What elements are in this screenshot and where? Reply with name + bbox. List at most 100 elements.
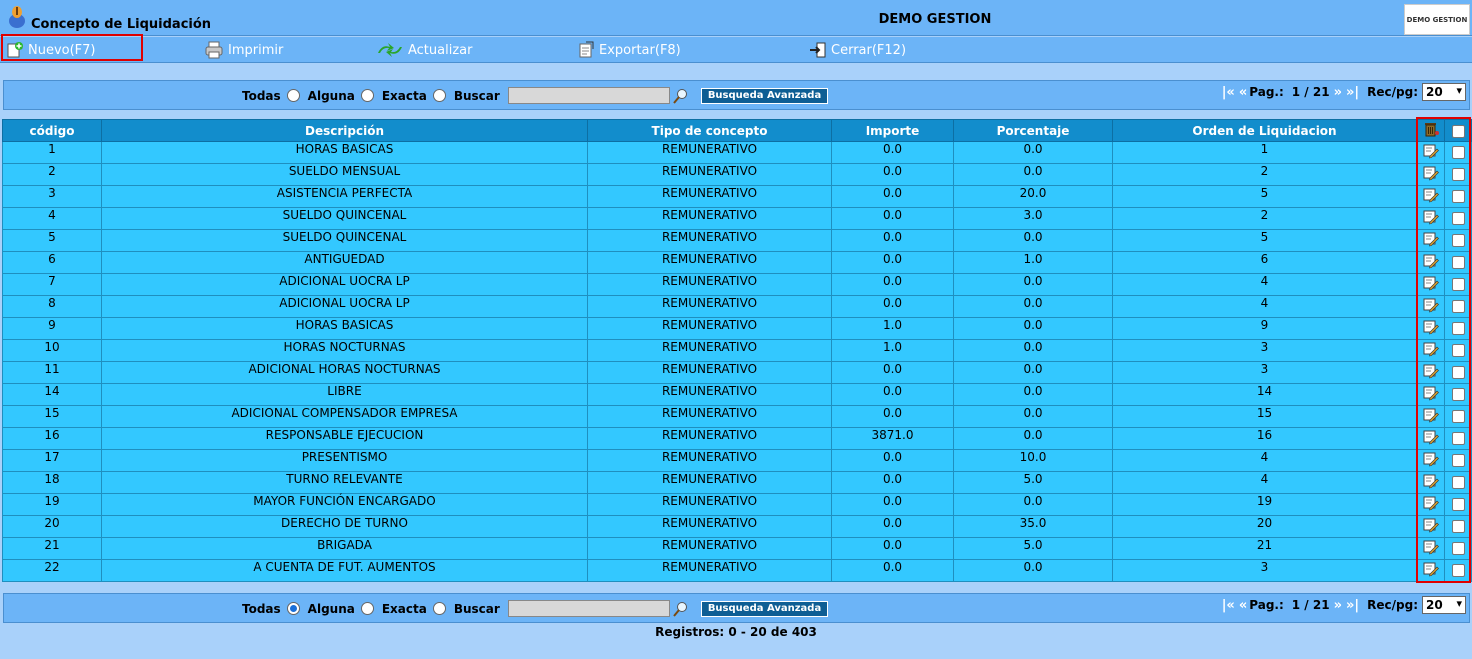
edit-row-button[interactable] (1416, 229, 1445, 252)
search-label: Buscar (453, 88, 500, 103)
col-header-amount[interactable]: Importe (831, 119, 954, 142)
advanced-search-button[interactable]: Busqueda Avanzada (700, 87, 829, 104)
table-row[interactable]: 10 HORAS NOCTURNAS REMUNERATIVO 1.0 0.0 3 (2, 339, 1472, 362)
table-row[interactable]: 6 ANTIGUEDAD REMUNERATIVO 0.0 1.0 6 (2, 251, 1472, 274)
row-select-checkbox[interactable] (1451, 168, 1465, 181)
edit-row-button[interactable] (1416, 295, 1445, 318)
select-all-checkbox[interactable] (1451, 124, 1465, 138)
last-page-button[interactable]: »| (1346, 598, 1359, 613)
edit-row-button[interactable] (1416, 361, 1445, 384)
table-row[interactable]: 8 ADICIONAL UOCRA LP REMUNERATIVO 0.0 0.0 4 (2, 295, 1472, 318)
row-select-checkbox[interactable] (1451, 344, 1465, 357)
option-all-radio[interactable] (286, 602, 300, 615)
row-select-checkbox[interactable] (1451, 278, 1465, 291)
edit-row-button[interactable] (1416, 273, 1445, 296)
table-row[interactable]: 3 ASISTENCIA PERFECTA REMUNERATIVO 0.0 20.0 5 (2, 185, 1472, 208)
new-button[interactable]: Nuevo(F7) (6, 40, 96, 60)
refresh-button[interactable]: Actualizar (376, 40, 472, 60)
table-row[interactable]: 5 SUELDO QUINCENAL REMUNERATIVO 0.0 0.0 5 (2, 229, 1472, 252)
row-select-checkbox[interactable] (1451, 388, 1465, 401)
table-row[interactable]: 7 ADICIONAL UOCRA LP REMUNERATIVO 0.0 0.0 4 (2, 273, 1472, 296)
first-page-button[interactable]: |« (1222, 598, 1235, 613)
edit-row-button[interactable] (1416, 537, 1445, 560)
search-input[interactable] (507, 87, 670, 104)
option-some-radio[interactable] (360, 89, 374, 102)
row-select-checkbox[interactable] (1451, 542, 1465, 555)
prev-page-button[interactable]: « (1239, 85, 1247, 100)
export-button[interactable]: Exportar(F8) (577, 40, 681, 60)
records-per-page-select[interactable]: 20 (1422, 83, 1466, 101)
advanced-search-button[interactable]: Busqueda Avanzada (700, 600, 829, 617)
table-row[interactable]: 17 PRESENTISMO REMUNERATIVO 0.0 10.0 4 (2, 449, 1472, 472)
row-select-checkbox[interactable] (1451, 476, 1465, 489)
table-row[interactable]: 11 ADICIONAL HORAS NOCTURNAS REMUNERATIVO 0… (2, 361, 1472, 384)
cell-type: REMUNERATIVO (587, 471, 832, 494)
edit-row-button[interactable] (1416, 383, 1445, 406)
table-row[interactable]: 14 LIBRE REMUNERATIVO 0.0 0.0 14 (2, 383, 1472, 406)
row-select-checkbox[interactable] (1451, 322, 1465, 335)
table-row[interactable]: 19 MAYOR FUNCIÓN ENCARGADO REMUNERATIVO 0.0… (2, 493, 1472, 516)
print-button[interactable]: Imprimir (204, 40, 283, 60)
col-header-code[interactable]: código (2, 119, 102, 142)
table-row[interactable]: 22 A CUENTA DE FUT. AUMENTOS REMUNERATIVO 0… (2, 559, 1472, 582)
search-input[interactable] (507, 600, 670, 617)
edit-row-button[interactable] (1416, 317, 1445, 340)
prev-page-button[interactable]: « (1239, 598, 1247, 613)
edit-row-button[interactable] (1416, 559, 1445, 582)
edit-row-button[interactable] (1416, 163, 1445, 186)
col-header-percentage[interactable]: Porcentaje (953, 119, 1113, 142)
row-select-checkbox[interactable] (1451, 212, 1465, 225)
delete-selected-button[interactable] (1416, 119, 1445, 142)
edit-row-button[interactable] (1416, 427, 1445, 450)
row-select-checkbox[interactable] (1451, 256, 1465, 269)
row-select-checkbox[interactable] (1451, 234, 1465, 247)
next-page-button[interactable]: » (1334, 598, 1342, 613)
first-page-button[interactable]: |« (1222, 85, 1235, 100)
row-select-checkbox[interactable] (1451, 432, 1465, 445)
row-select-checkbox[interactable] (1451, 564, 1465, 577)
search-icon[interactable] (673, 601, 689, 617)
edit-row-button[interactable] (1416, 207, 1445, 230)
cell-type: REMUNERATIVO (587, 427, 832, 450)
edit-row-button[interactable] (1416, 471, 1445, 494)
col-header-order[interactable]: Orden de Liquidacion (1112, 119, 1417, 142)
edit-row-button[interactable] (1416, 493, 1445, 516)
table-row[interactable]: 20 DERECHO DE TURNO REMUNERATIVO 0.0 35.0 20 (2, 515, 1472, 538)
row-select-checkbox[interactable] (1451, 454, 1465, 467)
edit-row-button[interactable] (1416, 251, 1445, 274)
edit-row-button[interactable] (1416, 449, 1445, 472)
row-select-checkbox[interactable] (1451, 520, 1465, 533)
row-select-checkbox[interactable] (1451, 366, 1465, 379)
table-row[interactable]: 21 BRIGADA REMUNERATIVO 0.0 5.0 21 (2, 537, 1472, 560)
option-some-radio[interactable] (360, 602, 374, 615)
option-exact-radio[interactable] (432, 89, 446, 102)
col-header-type[interactable]: Tipo de concepto (587, 119, 832, 142)
cell-description: TURNO RELEVANTE (101, 471, 588, 494)
table-row[interactable]: 9 HORAS BASICAS REMUNERATIVO 1.0 0.0 9 (2, 317, 1472, 340)
row-select-checkbox[interactable] (1451, 146, 1465, 159)
table-row[interactable]: 1 HORAS BASICAS REMUNERATIVO 0.0 0.0 1 (2, 141, 1472, 164)
col-header-description[interactable]: Descripción (101, 119, 588, 142)
row-select-checkbox[interactable] (1451, 190, 1465, 203)
table-row[interactable]: 15 ADICIONAL COMPENSADOR EMPRESA REMUNERAT… (2, 405, 1472, 428)
cell-type: REMUNERATIVO (587, 185, 832, 208)
edit-row-button[interactable] (1416, 405, 1445, 428)
records-per-page-select[interactable]: 20 (1422, 596, 1466, 614)
option-all-radio[interactable] (286, 89, 300, 102)
close-button[interactable]: Cerrar(F12) (809, 40, 906, 60)
edit-row-button[interactable] (1416, 339, 1445, 362)
table-row[interactable]: 4 SUELDO QUINCENAL REMUNERATIVO 0.0 3.0 2 (2, 207, 1472, 230)
table-row[interactable]: 2 SUELDO MENSUAL REMUNERATIVO 0.0 0.0 2 (2, 163, 1472, 186)
search-icon[interactable] (673, 88, 689, 104)
edit-row-button[interactable] (1416, 141, 1445, 164)
next-page-button[interactable]: » (1334, 85, 1342, 100)
row-select-checkbox[interactable] (1451, 300, 1465, 313)
row-select-checkbox[interactable] (1451, 410, 1465, 423)
edit-row-button[interactable] (1416, 515, 1445, 538)
last-page-button[interactable]: »| (1346, 85, 1359, 100)
row-select-checkbox[interactable] (1451, 498, 1465, 511)
edit-row-button[interactable] (1416, 185, 1445, 208)
table-row[interactable]: 18 TURNO RELEVANTE REMUNERATIVO 0.0 5.0 4 (2, 471, 1472, 494)
option-exact-radio[interactable] (432, 602, 446, 615)
table-row[interactable]: 16 RESPONSABLE EJECUCION REMUNERATIVO 3871.… (2, 427, 1472, 450)
